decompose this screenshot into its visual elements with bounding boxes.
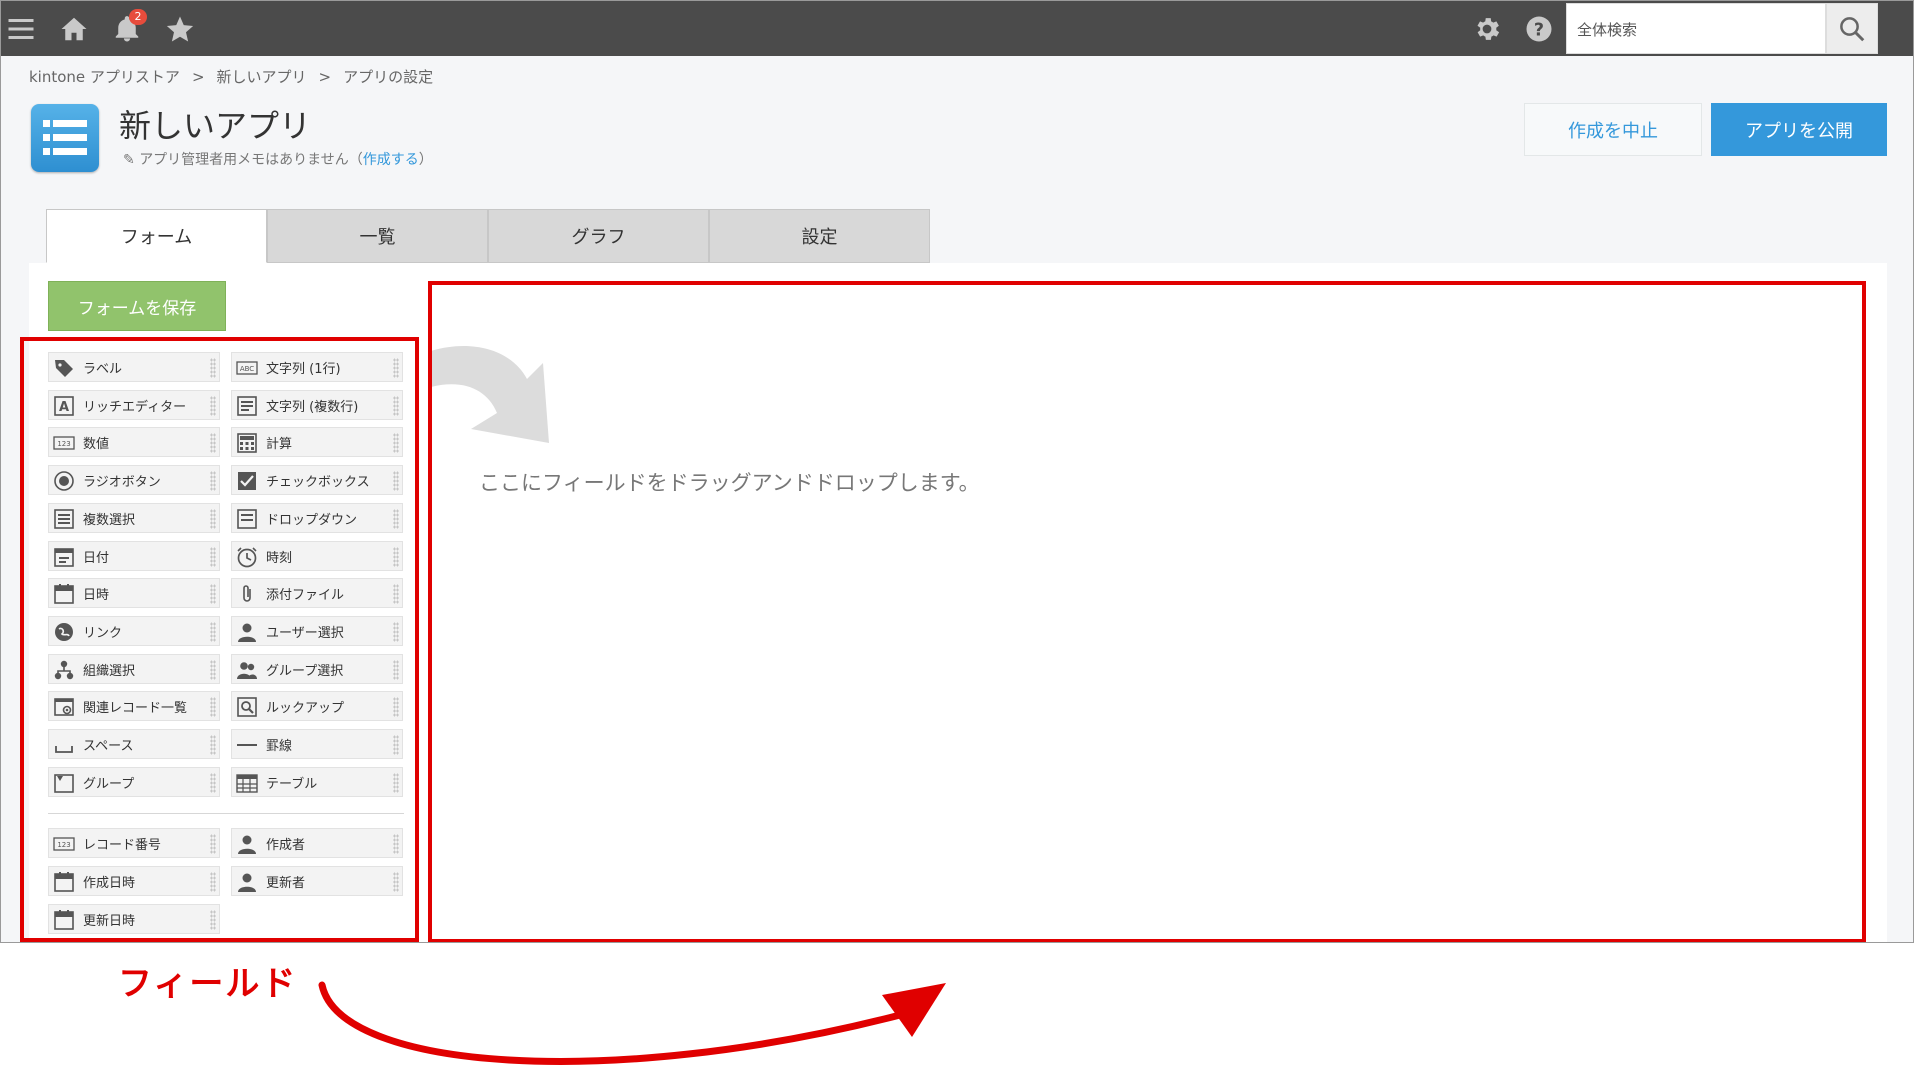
page-title: 新しいアプリ [119,107,312,145]
top-bar: 2 ? 全体検索 [1,1,1913,56]
save-form-button[interactable]: フォームを保存 [48,281,226,331]
publish-app-button[interactable]: アプリを公開 [1711,103,1887,156]
gear-icon[interactable] [1467,9,1507,49]
star-icon[interactable] [160,9,200,49]
tab-form[interactable]: フォーム [46,209,267,263]
cancel-creation-button[interactable]: 作成を中止 [1524,103,1702,156]
breadcrumb: kintone アプリストア > 新しいアプリ > アプリの設定 [29,68,434,86]
field-palette-highlight [20,337,419,942]
home-icon[interactable] [54,9,94,49]
admin-memo: ✎ アプリ管理者用メモはありません（作成する） [123,152,433,168]
annotation-arrow-icon [318,981,946,1065]
tab-graph[interactable]: グラフ [488,209,709,263]
breadcrumb-item-appstore[interactable]: kintone アプリストア [29,68,180,86]
settings-tabs: フォーム 一覧 グラフ 設定 [46,209,930,263]
help-icon[interactable]: ? [1519,9,1559,49]
drop-zone-highlight[interactable] [428,281,1866,942]
tab-settings[interactable]: 設定 [709,209,930,263]
memo-icon: ✎ [123,152,135,168]
notification-badge: 2 [129,9,147,25]
annotation-field-label: フィールド [118,964,298,1004]
global-search-input[interactable]: 全体検索 [1566,3,1826,54]
app-list-icon [31,104,99,172]
breadcrumb-item-app[interactable]: 新しいアプリ [217,68,307,86]
memo-text: アプリ管理者用メモはありません [139,152,349,168]
search-button[interactable] [1826,3,1878,54]
search-icon [1840,16,1865,41]
create-memo-link[interactable]: 作成する [363,152,419,168]
bell-icon[interactable]: 2 [107,9,147,49]
tab-list[interactable]: 一覧 [267,209,488,263]
breadcrumb-item-settings: アプリの設定 [343,68,434,86]
svg-text:?: ? [1534,20,1544,40]
app-window: 2 ? 全体検索 kintone アプリストア > 新しいアプリ > アプリの設定 新し… [0,0,1914,943]
menu-icon[interactable] [1,9,41,49]
